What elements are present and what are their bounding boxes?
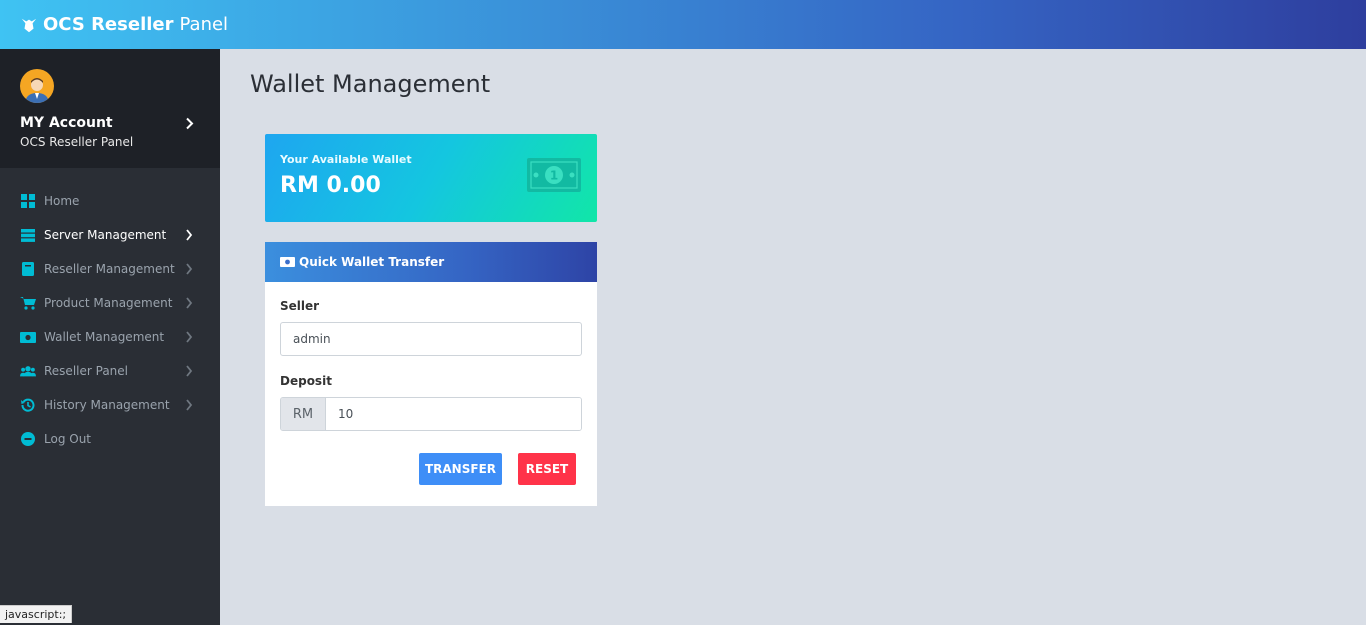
users-icon [20,363,36,379]
transfer-button[interactable]: TRANSFER [419,453,502,485]
status-bar-url: javascript:; [0,605,73,623]
svg-text:1: 1 [550,169,558,183]
account-subtitle: OCS Reseller Panel [20,135,134,149]
sidebar-item-label: Log Out [44,432,92,446]
deposit-input-group: RM [280,397,582,431]
chevron-right-icon [186,297,193,309]
chevron-right-icon [186,365,193,377]
deposit-input[interactable] [326,398,581,430]
seller-label: Seller [280,299,320,313]
sidebar-item-label: Home [44,194,80,208]
money-icon [20,329,36,345]
deposit-label: Deposit [280,374,332,388]
avatar [20,69,54,103]
currency-prefix: RM [281,398,326,430]
cart-icon [20,295,36,311]
sidebar-item-server-management[interactable]: Server Management [0,218,220,252]
money-icon [280,257,295,267]
card-header: Quick Wallet Transfer [265,242,597,282]
book-icon [20,261,36,277]
top-bar: OCS Reseller Panel [0,0,1366,49]
server-icon [20,227,36,243]
dashboard-icon [20,193,36,209]
brand-name[interactable]: OCS Reseller [43,14,174,35]
sidebar-item-label: Reseller Panel [44,364,128,378]
sidebar: MY Account OCS Reseller Panel Home Serve… [0,49,220,625]
sidebar-item-label: History Management [44,398,170,412]
sidebar-item-reseller-management[interactable]: Reseller Management [0,252,220,286]
logo-icon [21,18,37,32]
sidebar-item-label: Reseller Management [44,262,175,276]
sidebar-item-home[interactable]: Home [0,184,220,218]
wallet-balance-card: Your Available Wallet RM 0.00 1 [265,134,597,222]
reset-button[interactable]: RESET [518,453,576,485]
sidebar-item-label: Wallet Management [44,330,165,344]
page-title: Wallet Management [250,70,491,98]
brand-suffix: Panel [179,14,229,35]
sidebar-item-log-out[interactable]: Log Out [0,422,220,456]
quick-wallet-transfer-card: Quick Wallet Transfer Seller Deposit RM … [265,242,597,506]
sidebar-item-history-management[interactable]: History Management [0,388,220,422]
chevron-right-icon [186,117,194,130]
history-icon [20,397,36,413]
chevron-right-icon [186,229,193,241]
sidebar-item-wallet-management[interactable]: Wallet Management [0,320,220,354]
card-title: Quick Wallet Transfer [299,255,445,269]
sidebar-nav: Home Server Management Reseller Manageme… [0,168,220,456]
account-panel[interactable]: MY Account OCS Reseller Panel [0,49,220,168]
seller-input[interactable] [280,322,582,356]
chevron-right-icon [186,331,193,343]
user-avatar-icon [25,78,49,103]
account-title: MY Account [20,115,113,131]
minus-circle-icon [20,431,36,447]
chevron-right-icon [186,263,193,275]
sidebar-item-label: Product Management [44,296,173,310]
sidebar-item-product-management[interactable]: Product Management [0,286,220,320]
sidebar-item-label: Server Management [44,228,167,242]
money-bill-icon: 1 [527,158,581,192]
chevron-right-icon [186,399,193,411]
sidebar-item-reseller-panel[interactable]: Reseller Panel [0,354,220,388]
